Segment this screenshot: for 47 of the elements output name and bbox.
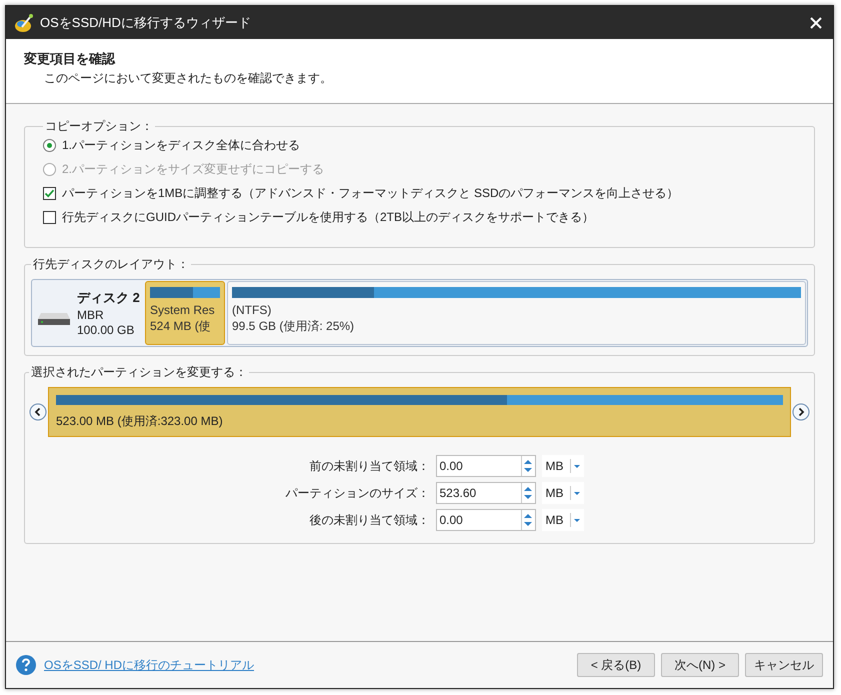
help-icon[interactable] [16, 655, 36, 675]
number-field[interactable]: 0.00 [436, 509, 536, 531]
unit-dropdown[interactable]: MB [542, 482, 584, 504]
spinner-arrows-icon[interactable] [520, 456, 534, 476]
left-arrow-button[interactable] [29, 403, 47, 421]
group-legend: コピーオプション： [43, 118, 155, 135]
wand-icon [14, 12, 34, 32]
partition-block[interactable]: (NTFS) 99.5 GB (使用済: 25%) [227, 281, 806, 345]
option-label: 行先ディスクにGUIDパーティションテーブルを使用する（2TB以上のディスクをサポートできる） [62, 208, 594, 226]
disk-row[interactable]: ディスク 2 MBR 100.00 GB System Res 524 MB (使 (NTFS) 99.5 GB (使用済: 25%) [31, 279, 808, 347]
unit-dropdown[interactable]: MB [542, 455, 584, 477]
option-label: 2.パーティションをサイズ変更せずにコピーする [62, 160, 324, 178]
partition-resize-block[interactable]: 523.00 MB (使用済:323.00 MB) [48, 387, 791, 437]
unit-dropdown[interactable]: MB [542, 509, 584, 531]
group-legend: 行先ディスクのレイアウト： [31, 256, 191, 273]
disk-type: MBR [77, 308, 105, 322]
field-label: 後の未割り当て領域： [308, 512, 430, 528]
page-subtitle: このページにおいて変更されたものを確認できます。 [43, 70, 333, 87]
spinner-arrows-icon[interactable] [520, 483, 534, 503]
number-field[interactable]: 0.00 [436, 455, 536, 477]
option-label: 1.パーティションをディスク全体に合わせる [62, 136, 300, 154]
checkbox[interactable] [43, 210, 56, 224]
page-title: 変更項目を確認 [24, 50, 116, 68]
partition-size: 524 MB (使 [150, 318, 212, 335]
field-label: パーティションのサイズ： [286, 484, 430, 502]
hard-drive-icon [37, 312, 71, 326]
number-field[interactable]: 523.60 [436, 482, 536, 504]
option-label: パーティションを1MBに調整する（アドバンスド・フォーマットディスクと SSDのパフォーマンスを向上させる） [62, 184, 679, 202]
field-label: 前の未割り当て領域： [308, 458, 430, 474]
partition-size: 99.5 GB (使用済: 25%) [232, 318, 356, 335]
checkbox[interactable] [43, 186, 56, 200]
spinner-arrows-icon[interactable] [520, 510, 534, 530]
wizard-button[interactable]: キャンセル [745, 653, 823, 677]
partition-label: System Res [150, 303, 216, 317]
right-arrow-button[interactable] [792, 403, 810, 421]
tutorial-link[interactable]: OSをSSD/ HDに移行のチュートリアル [44, 656, 254, 674]
disk-name: ディスク 2 [77, 289, 140, 307]
wizard-button[interactable]: 次へ(N) > [661, 653, 739, 677]
wizard-button[interactable]: < 戻る(B) [577, 653, 655, 677]
radio-button[interactable] [43, 138, 56, 152]
close-icon[interactable] [809, 16, 823, 30]
disk-size: 100.00 GB [77, 323, 136, 337]
group-legend: 選択されたパーティションを変更する： [29, 364, 249, 381]
partition-label: (NTFS) [232, 303, 272, 317]
window-title: OSをSSD/HDに移行するウィザード [40, 14, 251, 32]
partition-block[interactable]: System Res 524 MB (使 [145, 281, 225, 345]
partition-size: 523.00 MB (使用済:323.00 MB) [56, 414, 223, 428]
